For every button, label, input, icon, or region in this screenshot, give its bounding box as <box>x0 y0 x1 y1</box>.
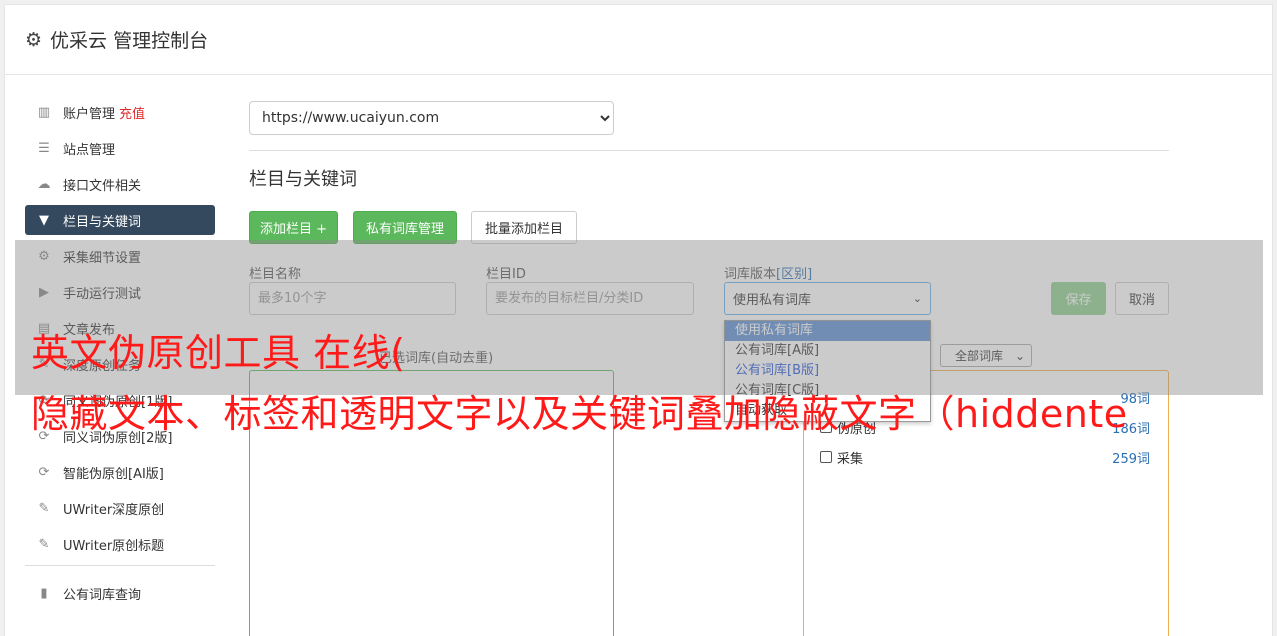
server-icon: ☰ <box>38 140 50 156</box>
sidebar-item-label: 账户管理 <box>63 106 116 122</box>
sidebar-divider <box>25 565 215 566</box>
gear-icon: ⚙ <box>25 28 43 51</box>
ad-overlay-line2: 隐藏文本、标签和透明文字以及关键词叠加隐蔽文字（hiddente <box>31 392 1128 436</box>
ad-overlay-line1: 英文伪原创工具 在线( <box>31 331 406 375</box>
edit-icon: ✎ <box>38 500 50 516</box>
sidebar-item-label: 站点管理 <box>63 142 116 158</box>
sidebar-item-label: UWriter原创标题 <box>63 538 165 554</box>
lib-name: 采集 <box>837 451 864 467</box>
edit-icon: ✎ <box>38 536 50 552</box>
recharge-link[interactable]: 充值 <box>119 103 145 122</box>
sidebar-item-public-lib[interactable]: ▮ 公有词库查询 <box>25 578 215 608</box>
lib-checkbox[interactable] <box>820 451 832 463</box>
app-title: 优采云 管理控制台 <box>50 30 209 52</box>
site-select[interactable]: https://www.ucaiyun.com <box>249 101 614 135</box>
sidebar-item-uwriter-title[interactable]: ✎ UWriter原创标题 <box>25 529 215 559</box>
sidebar-item-label: 栏目与关键词 <box>63 214 142 230</box>
cloud-upload-icon: ☁ <box>37 176 51 192</box>
sidebar-item-label: 公有词库查询 <box>63 587 142 603</box>
sidebar-item-api-files[interactable]: ☁ 接口文件相关 <box>25 169 215 199</box>
sidebar-item-label: 智能伪原创[AI版] <box>63 466 164 482</box>
sidebar-item-uwriter-deep[interactable]: ✎ UWriter深度原创 <box>25 493 215 523</box>
sidebar-item-label: UWriter深度原创 <box>63 502 165 518</box>
sidebar-item-account[interactable]: ▥ 账户管理 充值 <box>25 97 215 127</box>
filter-icon: ▼ <box>39 212 49 228</box>
sidebar-item-label: 接口文件相关 <box>63 178 142 194</box>
section-title: 栏目与关键词 <box>249 169 357 190</box>
bar-chart-icon: ▥ <box>37 104 51 120</box>
sidebar-item-columns-keywords[interactable]: ▼ 栏目与关键词 <box>25 205 215 235</box>
sidebar-item-sites[interactable]: ☰ 站点管理 <box>25 133 215 163</box>
divider <box>249 150 1169 151</box>
book-icon: ▮ <box>40 585 48 601</box>
app-header: ⚙ 优采云 管理控制台 <box>5 5 1272 75</box>
refresh-icon: ⟳ <box>38 464 50 480</box>
lib-count: 259词 <box>1112 451 1150 467</box>
sidebar-item-ai-rewrite[interactable]: ⟳ 智能伪原创[AI版] <box>25 457 215 487</box>
lib-row[interactable]: 采集 259词 <box>820 447 1150 467</box>
